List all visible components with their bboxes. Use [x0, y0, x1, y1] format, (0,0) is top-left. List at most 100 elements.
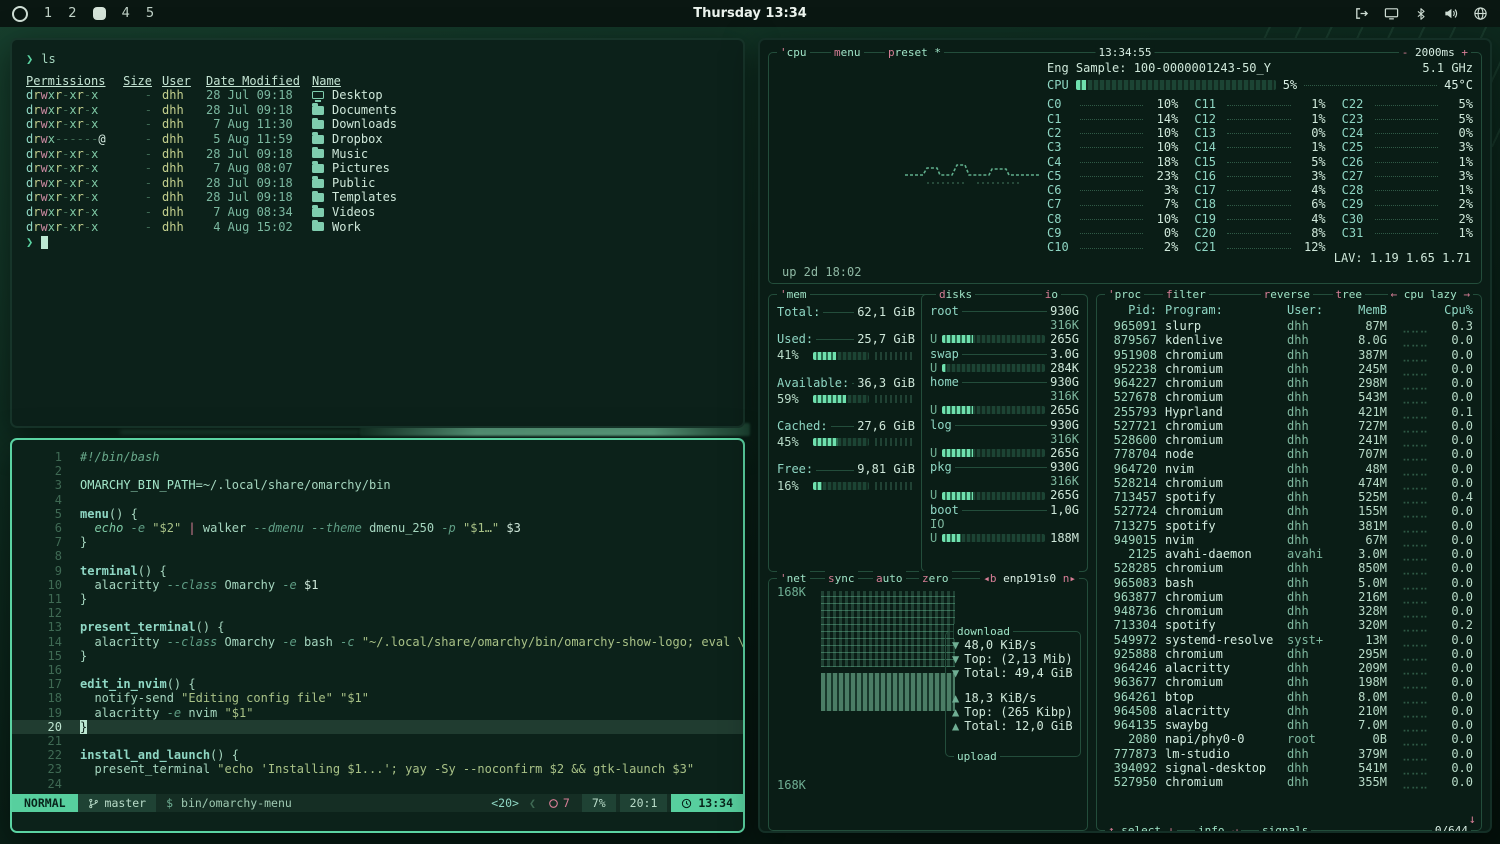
sort-selector[interactable]: ← cpu lazy →	[1388, 287, 1473, 302]
process-row[interactable]: 778704nodedhh707M⣀⣀⣀0.0	[1105, 447, 1473, 461]
process-row[interactable]: 528600chromiumdhh241M⣀⣀⣀0.0	[1105, 433, 1473, 447]
process-row[interactable]: 713457spotifydhh525M⣀⣀⣀0.4	[1105, 490, 1473, 504]
globe-icon[interactable]	[1473, 6, 1488, 21]
process-row[interactable]: 965083bashdhh5.0M⣀⣀⣀0.0	[1105, 576, 1473, 590]
process-row[interactable]: 2125avahi-daemonavahi3.0M⣀⣀⣀0.0	[1105, 547, 1473, 561]
process-row[interactable]: 879567kdenlivedhh8.0G⣀⣀⣀0.0	[1105, 333, 1473, 347]
diagnostics-count[interactable]: 7	[540, 794, 578, 812]
code-line[interactable]: 20}	[12, 720, 743, 734]
process-row[interactable]: 527721chromiumdhh727M⣀⣀⣀0.0	[1105, 419, 1473, 433]
editor-window-nvim[interactable]: 1#!/bin/bash23OMARCHY_BIN_PATH=~/.local/…	[10, 438, 745, 833]
proc-box-title[interactable]: 'proc	[1105, 287, 1144, 302]
code-line[interactable]: 12	[12, 606, 743, 620]
update-interval[interactable]: - 2000ms +	[1399, 45, 1471, 60]
code-line[interactable]: 14 alacritty --class Omarchy -e bash -c …	[12, 635, 743, 649]
screen-icon[interactable]	[1384, 6, 1399, 21]
code-line[interactable]: 1#!/bin/bash	[12, 450, 743, 464]
process-row[interactable]: 549972systemd-resolvesyst+13M⣀⣀⣀0.0	[1105, 633, 1473, 647]
terminal-window-btop[interactable]: 'cpu menu preset * 13:34:55 - 2000ms + E…	[758, 38, 1492, 833]
io-toggle[interactable]: io	[1042, 287, 1061, 302]
process-row[interactable]: 964261btopdhh8.0M⣀⣀⣀0.0	[1105, 690, 1473, 704]
process-row[interactable]: 948736chromiumdhh328M⣀⣀⣀0.0	[1105, 604, 1473, 618]
code-line[interactable]: 2	[12, 464, 743, 478]
reverse-button[interactable]: reverse	[1261, 287, 1313, 302]
proc-footer-info[interactable]: info ↵	[1195, 823, 1241, 833]
file-row[interactable]: drwxr-xr-x-dhh28 Jul 09:18Documents	[26, 103, 743, 118]
process-row[interactable]: 925888chromiumdhh295M⣀⣀⣀0.0	[1105, 647, 1473, 661]
code-line[interactable]: 8	[12, 549, 743, 563]
process-row[interactable]: 964720nvimdhh48M⣀⣀⣀0.0	[1105, 462, 1473, 476]
code-line[interactable]: 4	[12, 493, 743, 507]
shell-prompt-active[interactable]: ❯	[26, 235, 743, 250]
code-line[interactable]: 24	[12, 777, 743, 791]
scroll-down-indicator[interactable]: ↓	[1469, 812, 1476, 826]
process-row[interactable]: 2080napi/phy0-0root0B⣀⣀⣀0.0	[1105, 732, 1473, 746]
workspace-1[interactable]: 1	[44, 6, 52, 21]
file-row[interactable]: drwxr-xr-x-dhh28 Jul 09:18Templates	[26, 190, 743, 205]
code-line[interactable]: 3OMARCHY_BIN_PATH=~/.local/share/omarchy…	[12, 478, 743, 492]
code-line[interactable]: 17edit_in_nvim() {	[12, 677, 743, 691]
code-line[interactable]: 5menu() {	[12, 507, 743, 521]
editor-lines[interactable]: 1#!/bin/bash23OMARCHY_BIN_PATH=~/.local/…	[12, 440, 743, 791]
file-row[interactable]: drwxr-xr-x-dhh28 Jul 09:18Desktop	[26, 88, 743, 103]
process-row[interactable]: 949015nvimdhh67M⣀⣀⣀0.0	[1105, 533, 1473, 547]
proc-footer-select[interactable]: ↑ select ↓	[1105, 823, 1177, 833]
code-line[interactable]: 18 notify-send "Editing config file" "$1…	[12, 691, 743, 705]
process-row[interactable]: 394092signal-desktopdhh541M⣀⣀⣀0.0	[1105, 761, 1473, 775]
code-line[interactable]: 9terminal() {	[12, 564, 743, 578]
omarchy-logo-icon[interactable]	[12, 6, 28, 22]
process-row[interactable]: 963877chromiumdhh216M⣀⣀⣀0.0	[1105, 590, 1473, 604]
process-row[interactable]: 965091slurpdhh87M⣀⣀⣀0.3	[1105, 319, 1473, 333]
process-row[interactable]: 528214chromiumdhh474M⣀⣀⣀0.0	[1105, 476, 1473, 490]
volume-icon[interactable]	[1443, 6, 1458, 21]
bluetooth-icon[interactable]	[1414, 7, 1428, 21]
file-row[interactable]: drwxr-xr-x-dhh 7 Aug 11:30Downloads	[26, 117, 743, 132]
file-row[interactable]: drwxr-xr-x-dhh 4 Aug 15:02Work	[26, 220, 743, 235]
file-row[interactable]: drwxr-xr-x-dhh28 Jul 09:18Music	[26, 147, 743, 162]
net-zero-button[interactable]: zero	[919, 571, 952, 586]
net-sync-button[interactable]: sync	[825, 571, 858, 586]
menu-button[interactable]: menu	[831, 45, 864, 60]
process-row[interactable]: 527950chromiumdhh355M⣀⣀⣀0.0	[1105, 775, 1473, 789]
process-row[interactable]: 713275spotifydhh381M⣀⣀⣀0.0	[1105, 519, 1473, 533]
code-line[interactable]: 13present_terminal() {	[12, 620, 743, 634]
file-row[interactable]: drwxr-xr-x-dhh 7 Aug 08:07Pictures	[26, 161, 743, 176]
process-row[interactable]: 964135swaybgdhh7.0M⣀⣀⣀0.0	[1105, 718, 1473, 732]
tree-button[interactable]: tree	[1333, 287, 1366, 302]
code-line[interactable]: 16	[12, 663, 743, 677]
disks-box-title[interactable]: disks	[936, 287, 975, 302]
workspace-5[interactable]: 5	[146, 6, 154, 21]
process-row[interactable]: 527678chromiumdhh543M⣀⣀⣀0.0	[1105, 390, 1473, 404]
filter-button[interactable]: filter	[1163, 287, 1209, 302]
process-row[interactable]: 527724chromiumdhh155M⣀⣀⣀0.0	[1105, 504, 1473, 518]
workspace-4[interactable]: 4	[122, 6, 130, 21]
net-interface[interactable]: ◂b enp191s0 n▸	[980, 571, 1079, 586]
process-row[interactable]: 777873lm-studiodhh379M⣀⣀⣀0.0	[1105, 747, 1473, 761]
net-box-title[interactable]: 'net	[777, 571, 810, 586]
code-line[interactable]: 23 present_terminal "echo 'Installing $1…	[12, 762, 743, 776]
logout-icon[interactable]	[1354, 6, 1369, 21]
process-row[interactable]: 963677chromiumdhh198M⣀⣀⣀0.0	[1105, 675, 1473, 689]
code-line[interactable]: 21	[12, 734, 743, 748]
code-line[interactable]: 6 echo -e "$2" | walker --dmenu --theme …	[12, 521, 743, 535]
process-row[interactable]: 951908chromiumdhh387M⣀⣀⣀0.0	[1105, 348, 1473, 362]
git-branch[interactable]: master	[78, 794, 157, 812]
mem-box-title[interactable]: 'mem	[777, 287, 810, 302]
process-row[interactable]: 964246alacrittydhh209M⣀⣀⣀0.0	[1105, 661, 1473, 675]
code-line[interactable]: 15}	[12, 649, 743, 663]
workspace-active[interactable]	[93, 7, 106, 20]
process-row[interactable]: 713304spotifydhh320M⣀⣀⣀0.2	[1105, 618, 1473, 632]
code-line[interactable]: 22install_and_launch() {	[12, 748, 743, 762]
file-row[interactable]: drwx------@-dhh 5 Aug 11:59Dropbox	[26, 132, 743, 147]
process-row[interactable]: 255793Hyprlanddhh421M⣀⣀⣀0.1	[1105, 405, 1473, 419]
cpu-box-title[interactable]: 'cpu	[777, 45, 810, 60]
preset-button[interactable]: preset *	[885, 45, 944, 60]
code-line[interactable]: 7}	[12, 535, 743, 549]
code-line[interactable]: 19 alacritty -e nvim "$1"	[12, 706, 743, 720]
file-row[interactable]: drwxr-xr-x-dhh28 Jul 09:18Public	[26, 176, 743, 191]
net-auto-button[interactable]: auto	[873, 571, 906, 586]
process-row[interactable]: 952238chromiumdhh245M⣀⣀⣀0.0	[1105, 362, 1473, 376]
terminal-window-ls[interactable]: ❯ ls Permissions Size User Date Modified…	[10, 38, 745, 428]
process-row[interactable]: 528285chromiumdhh850M⣀⣀⣀0.0	[1105, 561, 1473, 575]
workspace-2[interactable]: 2	[68, 6, 76, 21]
